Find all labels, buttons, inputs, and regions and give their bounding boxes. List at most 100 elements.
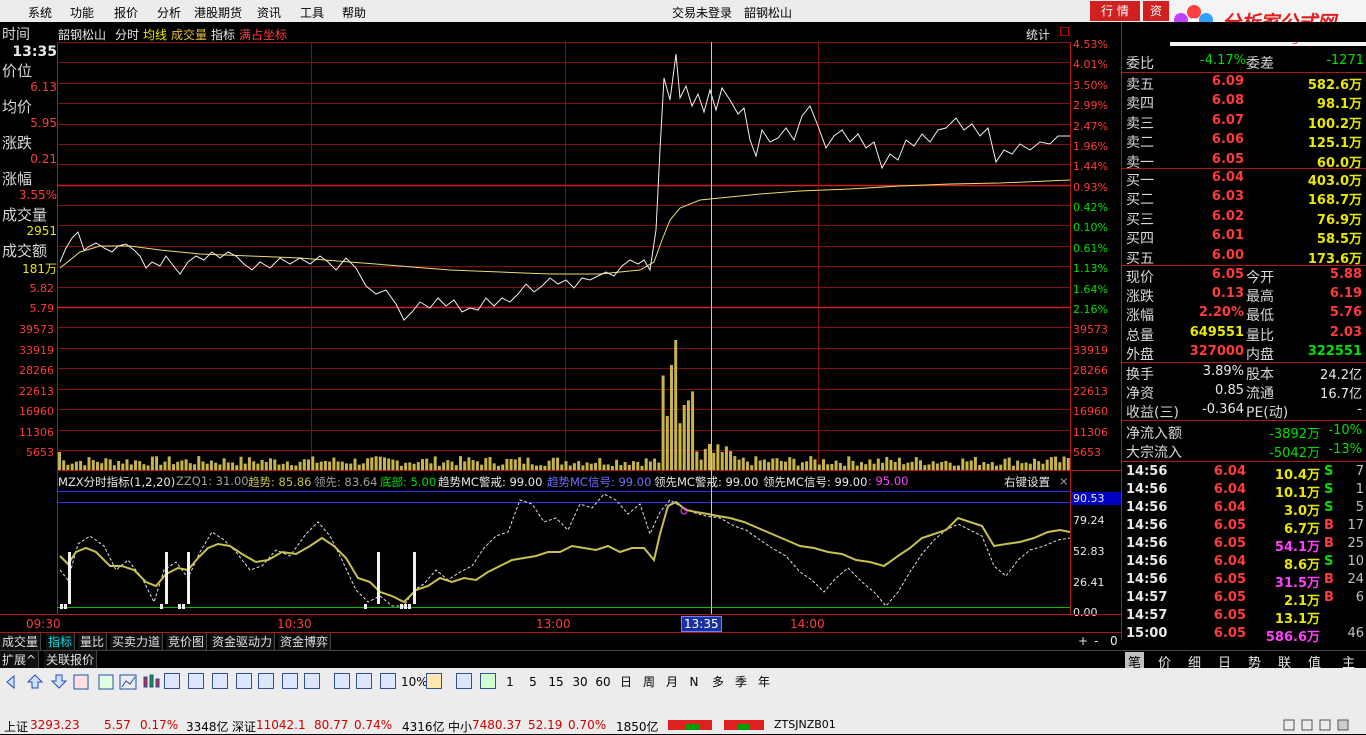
chart-icon[interactable]: [212, 673, 228, 689]
stat-label: 内盘: [1246, 346, 1274, 363]
period-day[interactable]: 日: [618, 672, 634, 692]
period-week[interactable]: 周: [641, 672, 657, 692]
volume-bar: [205, 463, 209, 470]
ask-label: 卖四: [1126, 96, 1154, 113]
f10-icon[interactable]: [188, 673, 204, 689]
period-quarter[interactable]: 季: [733, 672, 749, 692]
stat2-label: 净资: [1126, 386, 1154, 402]
ask-row[interactable]: 卖三 6.07 100.2万: [1124, 113, 1366, 132]
ask-row[interactable]: 卖一 6.05 60.0万: [1124, 152, 1366, 171]
toolbar-icon[interactable]: [6, 674, 160, 690]
signal-bar: [165, 552, 168, 604]
volume-bar: [433, 456, 437, 470]
tab-volume-bottom[interactable]: 成交量: [0, 633, 42, 651]
pct-button[interactable]: 10%: [401, 672, 428, 692]
zoom-out-button[interactable]: -: [1094, 634, 1098, 648]
stat2-row: 收益(三) -0.364 PE(动) -: [1124, 402, 1366, 421]
volume-bar: [661, 375, 665, 470]
tab-capital-drive[interactable]: 资金驱动力: [210, 633, 276, 651]
period-30[interactable]: 30: [570, 672, 590, 692]
volume-bar: [442, 462, 446, 470]
stat2-label: 股本: [1246, 367, 1274, 383]
status-tray-icons[interactable]: [1282, 718, 1362, 732]
bid-row[interactable]: 买四 6.01 58.5万: [1124, 228, 1366, 247]
tick-volume: 6.7万: [1283, 522, 1320, 537]
period-year[interactable]: 年: [756, 672, 772, 692]
bid-row[interactable]: 买一 6.04 403.0万: [1124, 170, 1366, 189]
bid-row[interactable]: 买五 6.00 173.6万: [1124, 247, 1366, 267]
grid-icon[interactable]: [282, 673, 298, 689]
pencil-icon[interactable]: [426, 673, 442, 689]
zx-label[interactable]: 中小: [448, 718, 472, 735]
volume-bar: [809, 456, 813, 470]
indicator-signals: [60, 507, 688, 609]
compare-icon[interactable]: [356, 673, 372, 689]
sz-label[interactable]: 深证: [232, 718, 256, 735]
volume-bar: [1037, 461, 1041, 470]
bid-row[interactable]: 买二 6.03 168.7万: [1124, 189, 1366, 208]
table-icon[interactable]: [164, 673, 180, 689]
volume-bar: [226, 462, 230, 470]
tab-capital-game[interactable]: 资金博弈: [278, 633, 332, 651]
curve-icon[interactable]: [334, 673, 350, 689]
period-month[interactable]: 月: [664, 672, 680, 692]
volume-bar: [231, 462, 235, 470]
bid-row[interactable]: 买三 6.02 76.9万: [1124, 209, 1366, 228]
volume-bar: [138, 461, 142, 470]
right-tabs: 笔 价 细 日 势 联 值 主: [1122, 650, 1366, 671]
volume-bar: [754, 456, 758, 470]
volume-bar: [294, 465, 298, 470]
volume-bar: [695, 451, 699, 470]
refresh-icon[interactable]: [480, 673, 496, 689]
volume-bar: [838, 462, 842, 470]
stat-label: 涨幅: [1126, 308, 1154, 325]
f12-icon[interactable]: [258, 673, 274, 689]
period-1[interactable]: 1: [504, 672, 516, 692]
tick-side: S: [1324, 464, 1334, 479]
tab-related-quotes[interactable]: 关联报价: [44, 651, 98, 669]
volume-bar: [277, 464, 281, 470]
volume-bar: [539, 465, 543, 470]
bid-volume: 403.0万: [1307, 174, 1362, 189]
sz-change: 80.77: [314, 718, 349, 732]
indicator-settings[interactable]: 右键设置: [1004, 474, 1050, 490]
volume-bar: [446, 460, 450, 470]
tick-count: 6: [1355, 590, 1364, 605]
tab-buysell-power[interactable]: 买卖力道: [110, 633, 164, 651]
tick-row: 14:56 6.04 8.6万 S 10: [1124, 554, 1366, 573]
volume-bar: [556, 457, 560, 470]
period-60[interactable]: 60: [593, 672, 613, 692]
tab-auction[interactable]: 竞价图: [166, 633, 208, 651]
period-multi[interactable]: 多: [710, 672, 726, 692]
volume-bar: [459, 456, 462, 470]
ask-row[interactable]: 卖二 6.06 125.1万: [1124, 132, 1366, 151]
bid-price: 6.00: [1211, 247, 1244, 263]
bid-price: 6.01: [1211, 228, 1244, 244]
tab-indicator-bottom[interactable]: 指标: [46, 633, 76, 651]
ask-row[interactable]: 卖五 6.09 582.6万: [1124, 74, 1366, 93]
sh-label[interactable]: 上证: [4, 718, 28, 735]
lens-icon[interactable]: [304, 673, 320, 689]
period-15[interactable]: 15: [546, 672, 566, 692]
tab-expand[interactable]: 扩展^: [0, 651, 40, 669]
volume-bar: [370, 457, 374, 470]
volume-bar: [733, 456, 737, 470]
stat2-value: 3.89%: [1202, 364, 1244, 379]
f5-icon[interactable]: [456, 673, 472, 689]
volume-bar: [509, 459, 513, 470]
volume-bar: [425, 458, 429, 470]
stat-label: 总量: [1126, 327, 1154, 344]
overlay-icon[interactable]: [380, 673, 396, 689]
volume-bar: [796, 465, 800, 470]
ask-price: 6.06: [1211, 132, 1244, 148]
volume-bar: [357, 464, 361, 470]
zoom-in-button[interactable]: +: [1078, 634, 1088, 648]
tab-volume-ratio[interactable]: 量比: [78, 633, 108, 651]
indicator-close-icon[interactable]: ×: [1059, 474, 1069, 488]
period-5[interactable]: 5: [527, 672, 539, 692]
period-n[interactable]: N: [687, 672, 701, 692]
reset-button[interactable]: 0: [1110, 634, 1118, 648]
volume-bar: [58, 452, 61, 470]
ask-row[interactable]: 卖四 6.08 98.1万: [1124, 93, 1366, 113]
report-icon[interactable]: [236, 673, 252, 689]
